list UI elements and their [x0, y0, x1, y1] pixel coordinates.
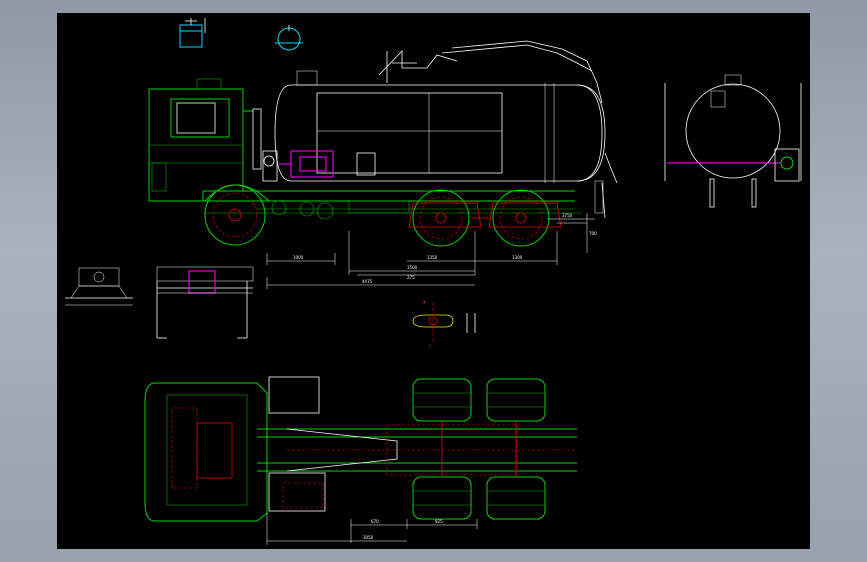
pump-drive — [262, 150, 278, 182]
rear-pump-box — [774, 148, 800, 182]
dim-side-h: 700 — [589, 231, 597, 236]
dim-plan-b: 925 — [435, 519, 443, 524]
cyan-circle-symbol — [275, 25, 303, 51]
plan-view-frame — [257, 424, 577, 476]
cad-drawing: 1000 1500 275 1300 1350 4475 700 3750 φ … — [65, 18, 802, 545]
plan-view-cab — [144, 382, 268, 522]
dim-side-a: 1000 — [293, 255, 304, 260]
side-dimensions: 1000 1500 275 1300 1350 4475 700 3750 — [266, 213, 597, 289]
plan-dimensions: 670 925 3050 — [266, 513, 478, 545]
plan-view-wheels — [412, 378, 546, 520]
dim-side-c: 275 — [407, 275, 415, 280]
rear-wheel-2-side — [492, 189, 550, 247]
dim-plan-a: 670 — [371, 519, 379, 524]
detail-view-left — [65, 267, 133, 306]
dim-side-g: 3750 — [562, 213, 573, 218]
tank-rear-view — [664, 74, 802, 208]
suspension-red — [408, 202, 562, 228]
dim-side-f: 4475 — [362, 279, 373, 284]
detail-label-b: 1 — [429, 344, 431, 348]
cyan-bracket-symbol — [179, 18, 206, 48]
plan-view-engine — [268, 376, 326, 512]
cad-viewport[interactable]: 1000 1500 275 1300 1350 4475 700 3750 φ … — [57, 13, 810, 549]
dim-side-b: 1500 — [407, 265, 418, 270]
detail-label-a: φ — [423, 300, 426, 304]
dim-plan-c: 3050 — [363, 535, 374, 540]
rear-wheel-1-side — [412, 189, 470, 247]
dim-side-d: 1300 — [512, 255, 523, 260]
truck-cab-side — [148, 78, 262, 202]
detail-view-frame — [156, 266, 254, 339]
detail-view-mid: φ 1 — [412, 300, 476, 348]
front-wheel-side — [204, 184, 270, 246]
dim-side-e: 1350 — [427, 255, 438, 260]
